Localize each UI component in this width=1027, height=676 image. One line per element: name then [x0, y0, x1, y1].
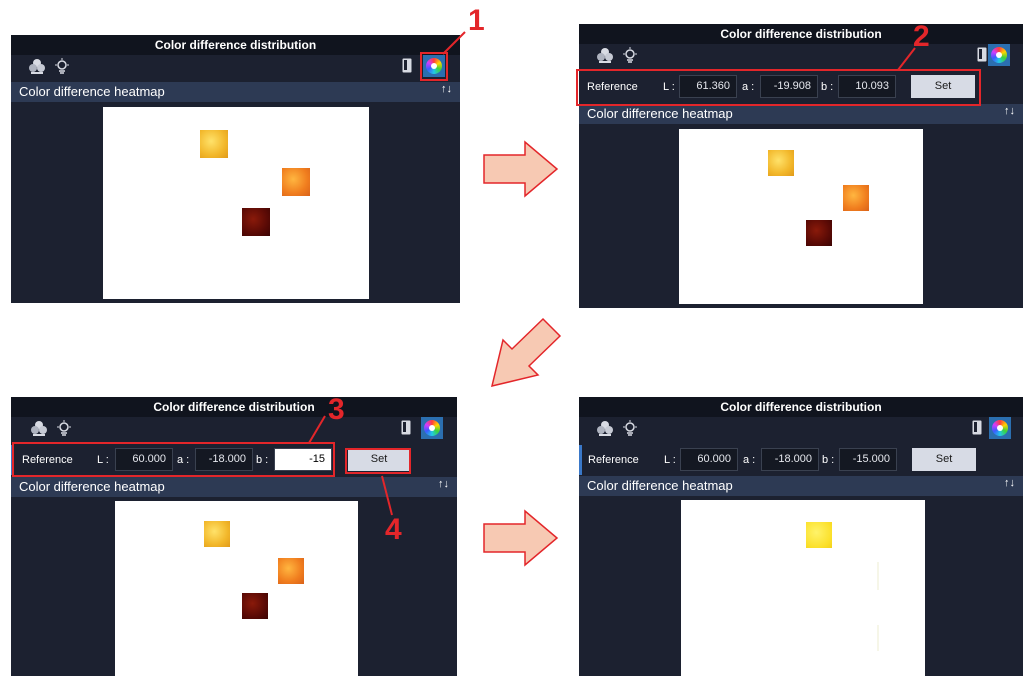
bulb-icon[interactable]: [621, 46, 639, 64]
heatmap-header: Color difference heatmap ↑↓: [579, 104, 1023, 124]
color-wheel-icon[interactable]: [421, 417, 443, 439]
heatmap-header-label: Color difference heatmap: [587, 106, 733, 121]
sort-arrows-icon[interactable]: ↑↓: [438, 478, 449, 490]
device-icon[interactable]: [972, 420, 982, 435]
bulb-icon[interactable]: [53, 57, 71, 75]
add-light-icon[interactable]: [28, 57, 46, 75]
add-light-icon[interactable]: [596, 46, 614, 64]
l-value-field[interactable]: 60.000: [680, 448, 738, 471]
toolbar: [11, 417, 457, 439]
toolbar: [579, 417, 1023, 439]
heatmap-patch: [204, 521, 230, 547]
heatmap-canvas: [103, 107, 369, 299]
sort-arrows-icon[interactable]: ↑↓: [1004, 477, 1015, 489]
set-button[interactable]: Set: [912, 448, 976, 471]
color-wheel-icon[interactable]: [988, 44, 1010, 66]
panel-title: Color difference distribution: [579, 24, 1023, 44]
sort-arrows-icon[interactable]: ↑↓: [441, 83, 452, 95]
flow-arrow-right-top: [483, 140, 559, 198]
b-label: b :: [822, 454, 835, 466]
heatmap-header-label: Color difference heatmap: [19, 84, 165, 99]
bulb-icon[interactable]: [55, 419, 73, 437]
step-number-3: 3: [328, 393, 345, 426]
b-value-field[interactable]: -15.000: [839, 448, 897, 471]
heatmap-patch: [282, 168, 310, 196]
heatmap-patch: [278, 558, 304, 584]
heatmap-header: Color difference heatmap ↑↓: [579, 476, 1023, 496]
heatmap-patch: [843, 185, 869, 211]
heatmap-patch: [768, 150, 794, 176]
toolbar: [579, 44, 1023, 66]
color-wheel-icon[interactable]: [989, 417, 1011, 439]
heatmap-patch: [200, 130, 228, 158]
device-icon[interactable]: [401, 420, 411, 435]
step-number-4: 4: [385, 513, 402, 546]
heatmap-header-label: Color difference heatmap: [19, 479, 165, 494]
heatmap-patch: [242, 593, 268, 619]
heatmap-canvas: [679, 129, 923, 304]
panel-step-2: Color difference distribution Reference …: [579, 24, 1023, 308]
add-light-icon[interactable]: [596, 419, 614, 437]
flow-arrow-right-bottom: [483, 509, 559, 567]
flow-arrow-down-left: [490, 317, 562, 388]
heatmap-faint-patch: [877, 625, 879, 651]
panel-title: Color difference distribution: [579, 397, 1023, 417]
heatmap-header: Color difference heatmap ↑↓: [11, 82, 460, 102]
device-icon[interactable]: [402, 58, 412, 73]
panel-step-1: Color difference distribution Color diff…: [11, 35, 460, 303]
highlight-set-button: [345, 448, 411, 474]
l-label: L :: [664, 454, 676, 466]
step-number-1: 1: [468, 4, 485, 37]
panel-title: Color difference distribution: [11, 397, 457, 417]
heatmap-canvas: [681, 500, 925, 676]
panel-step-4: Color difference distribution Reference …: [579, 397, 1023, 676]
toolbar: [11, 55, 460, 77]
bulb-icon[interactable]: [621, 419, 639, 437]
add-light-icon[interactable]: [30, 419, 48, 437]
step-number-2: 2: [913, 20, 930, 53]
heatmap-patch: [242, 208, 270, 236]
highlight-reference-input: [12, 442, 335, 477]
heatmap-patch: [806, 522, 832, 548]
heatmap-header: Color difference heatmap ↑↓: [11, 477, 457, 497]
heatmap-faint-patch: [877, 562, 879, 590]
panel-title: Color difference distribution: [11, 35, 460, 55]
reference-bar: Reference L : 60.000 a : -18.000 b : -15…: [579, 445, 1023, 475]
heatmap-patch: [806, 220, 832, 246]
reference-accent: [579, 445, 582, 475]
a-value-field[interactable]: -18.000: [761, 448, 819, 471]
heatmap-canvas: [115, 501, 358, 676]
highlight-color-button: [420, 52, 448, 81]
highlight-reference-bar: [576, 69, 981, 106]
heatmap-header-label: Color difference heatmap: [587, 478, 733, 493]
a-label: a :: [743, 454, 756, 466]
device-icon[interactable]: [977, 47, 987, 62]
reference-label: Reference: [588, 454, 639, 466]
sort-arrows-icon[interactable]: ↑↓: [1004, 105, 1015, 117]
